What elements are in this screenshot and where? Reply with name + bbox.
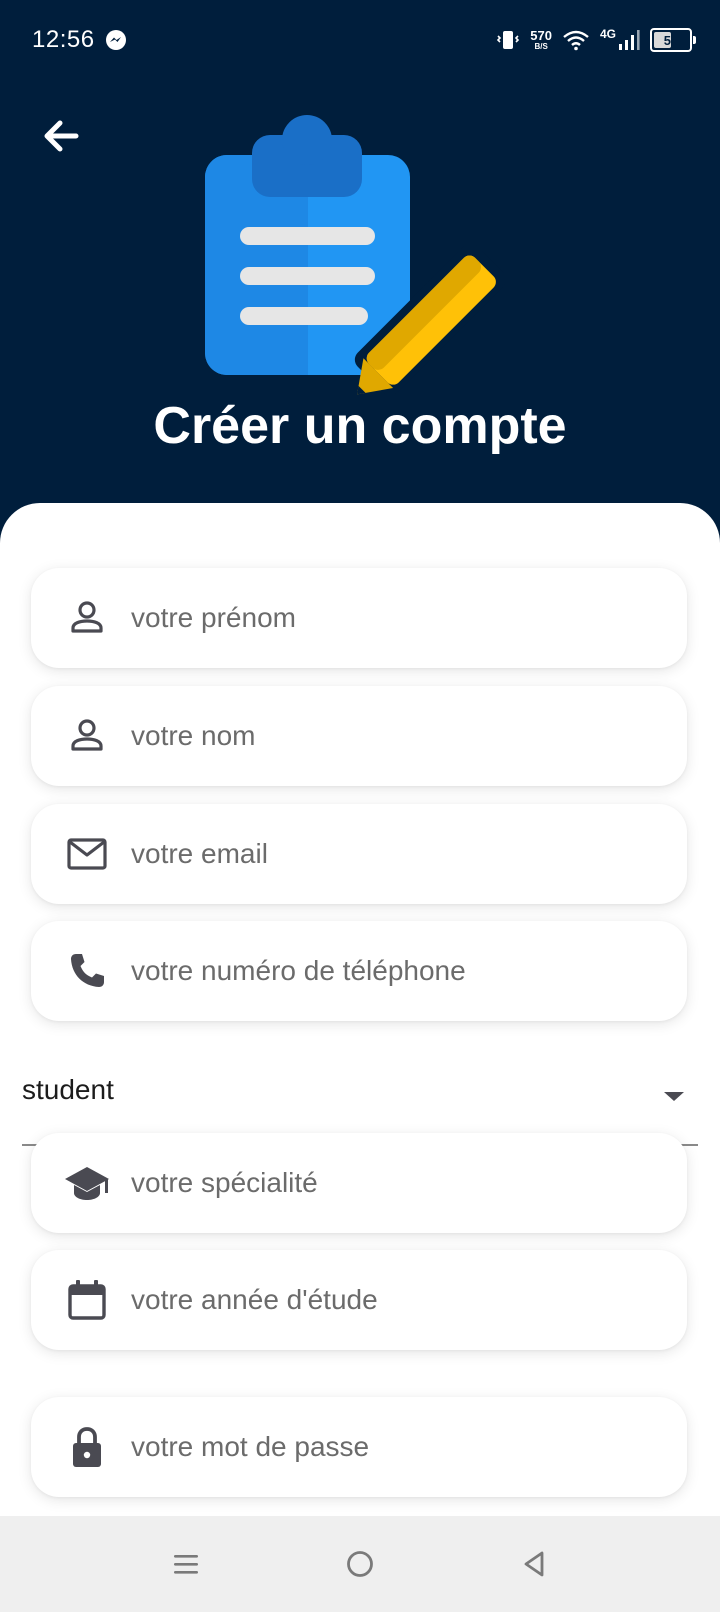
status-bar: 12:56 570 B/S 4G 56 (0, 0, 720, 80)
network-type: 4G (599, 27, 616, 41)
header: 12:56 570 B/S 4G 56 Créer un compte (0, 0, 720, 560)
system-navigation-bar (0, 1516, 720, 1612)
role-select-value: student (22, 1074, 114, 1105)
last-name-field[interactable] (31, 686, 687, 786)
network-speed: 570 B/S (530, 28, 552, 51)
back-triangle-icon (524, 1551, 544, 1577)
graduation-cap-icon (65, 1167, 109, 1200)
messenger-icon (106, 30, 126, 50)
lock-icon (73, 1427, 101, 1467)
email-field[interactable] (31, 804, 687, 904)
vibrate-icon (497, 31, 520, 49)
wifi-icon (563, 30, 589, 51)
study-year-field[interactable] (31, 1250, 687, 1350)
study-year-input[interactable] (129, 1269, 653, 1331)
phone-input[interactable] (129, 940, 653, 1002)
first-name-input[interactable] (129, 587, 653, 649)
password-field[interactable] (31, 1397, 687, 1497)
speciality-input[interactable] (129, 1152, 653, 1214)
dropdown-arrow-icon[interactable] (660, 1082, 688, 1110)
back-arrow-icon[interactable] (36, 108, 92, 164)
password-input[interactable] (129, 1416, 653, 1478)
status-time: 12:56 (32, 26, 95, 53)
last-name-input[interactable] (129, 705, 653, 767)
person-icon (71, 719, 103, 751)
recent-apps-button[interactable] (164, 1542, 208, 1586)
first-name-field[interactable] (31, 568, 687, 668)
phone-icon (71, 954, 104, 987)
page-title: Créer un compte (153, 397, 567, 455)
email-input[interactable] (129, 823, 653, 885)
calendar-icon (68, 1280, 106, 1320)
status-icons: 570 B/S 4G 56 (496, 24, 696, 56)
system-back-button[interactable] (512, 1542, 556, 1586)
clipboard-pencil-illustration (205, 115, 507, 396)
person-icon (71, 601, 103, 633)
menu-icon (174, 1555, 198, 1574)
signal-icon (619, 30, 640, 50)
speciality-field[interactable] (31, 1133, 687, 1233)
mail-icon (67, 838, 107, 870)
phone-field[interactable] (31, 921, 687, 1021)
home-circle-icon (347, 1551, 373, 1577)
battery-icon: 56 (650, 28, 696, 52)
home-button[interactable] (338, 1542, 382, 1586)
